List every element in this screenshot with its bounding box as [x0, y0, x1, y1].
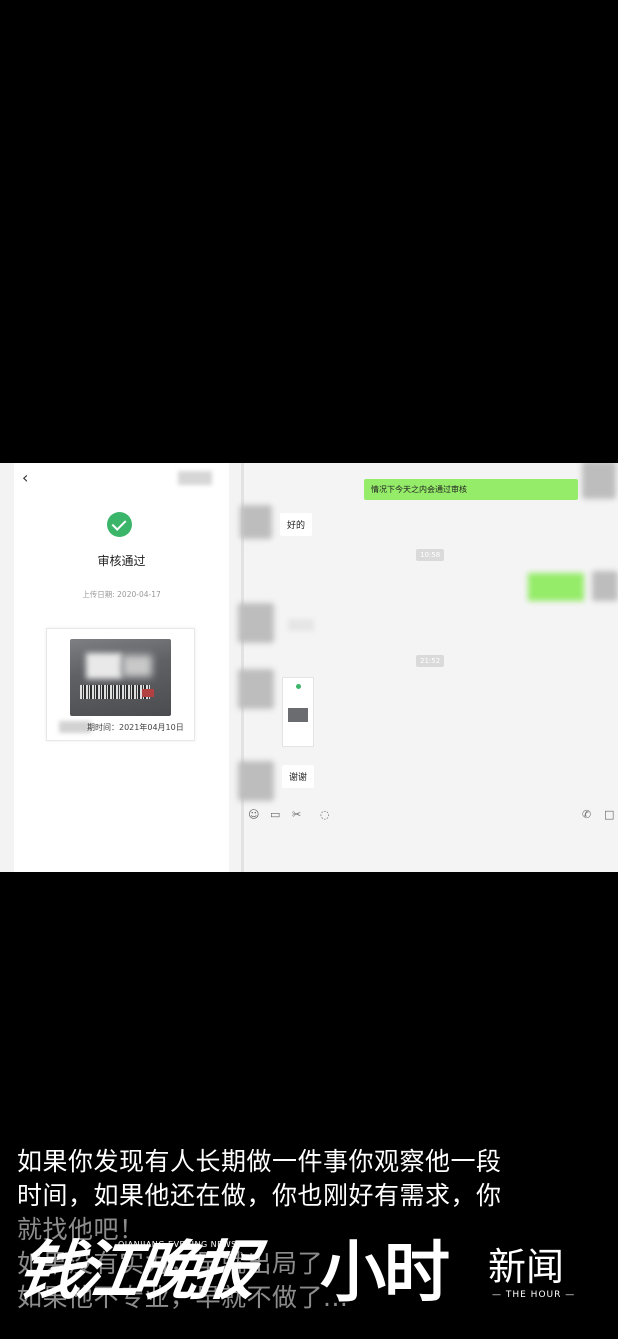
caption-line: 如果你发现有人长期做一件事你观察他一段 [17, 1147, 502, 1176]
watermark-logo: 钱江晚报 QIANJIANG EVENING NEWS 小时 新闻 — THE … [13, 1232, 598, 1322]
the-hour-tagline: — THE HOUR — [492, 1290, 576, 1300]
avatar [582, 463, 616, 499]
video-icon[interactable]: □ [604, 807, 614, 823]
news-logo: 新闻 [488, 1245, 565, 1289]
chevron-left-icon[interactable]: ‹ [22, 469, 38, 487]
blurred-header [178, 471, 212, 485]
phone-icon[interactable]: ✆ [582, 807, 591, 823]
embedded-screenshot: ‹ 审核通过 上传日期: 2020-04-17 期时间：2021年04月10日 … [0, 463, 618, 872]
review-status-title: 审核通过 [97, 554, 146, 568]
check-circle-icon [107, 512, 132, 537]
chat-toolbar: ☺ ▭ ✂ ◌ ✆ □ [244, 807, 618, 827]
brand-english: QIANJIANG EVENING NEWS [118, 1240, 237, 1249]
caption-line: 时间，如果他还在做，你也刚好有需求，你 [17, 1181, 502, 1210]
expiry-date: 期时间：2021年04月10日 [87, 723, 184, 732]
avatar [592, 571, 618, 601]
review-status-panel: ‹ 审核通过 上传日期: 2020-04-17 期时间：2021年04月10日 [14, 463, 229, 872]
upload-date: 上传日期: 2020-04-17 [82, 590, 161, 599]
emoji-icon[interactable]: ☺ [248, 807, 259, 823]
incoming-message: 好的 [280, 513, 313, 536]
incoming-message: 谢谢 [282, 765, 315, 788]
avatar [240, 505, 272, 539]
scissors-icon[interactable]: ✂ [292, 807, 301, 823]
hour-logo: 小时 [320, 1234, 450, 1311]
avatar [238, 603, 274, 643]
id-card-preview[interactable]: 期时间：2021年04月10日 [46, 628, 195, 741]
blurred-outgoing-message [528, 573, 584, 601]
timestamp: 10:58 [416, 549, 445, 561]
chat-icon[interactable]: ◌ [320, 807, 330, 823]
image-message-thumbnail[interactable] [282, 677, 314, 747]
id-card-photo [70, 639, 171, 716]
timestamp: 21:52 [416, 655, 445, 667]
folder-icon[interactable]: ▭ [270, 807, 280, 823]
avatar [238, 669, 274, 709]
blurred-message [288, 619, 314, 631]
avatar [238, 761, 274, 801]
outgoing-message: 情况下今天之内会通过审核 [364, 479, 578, 500]
